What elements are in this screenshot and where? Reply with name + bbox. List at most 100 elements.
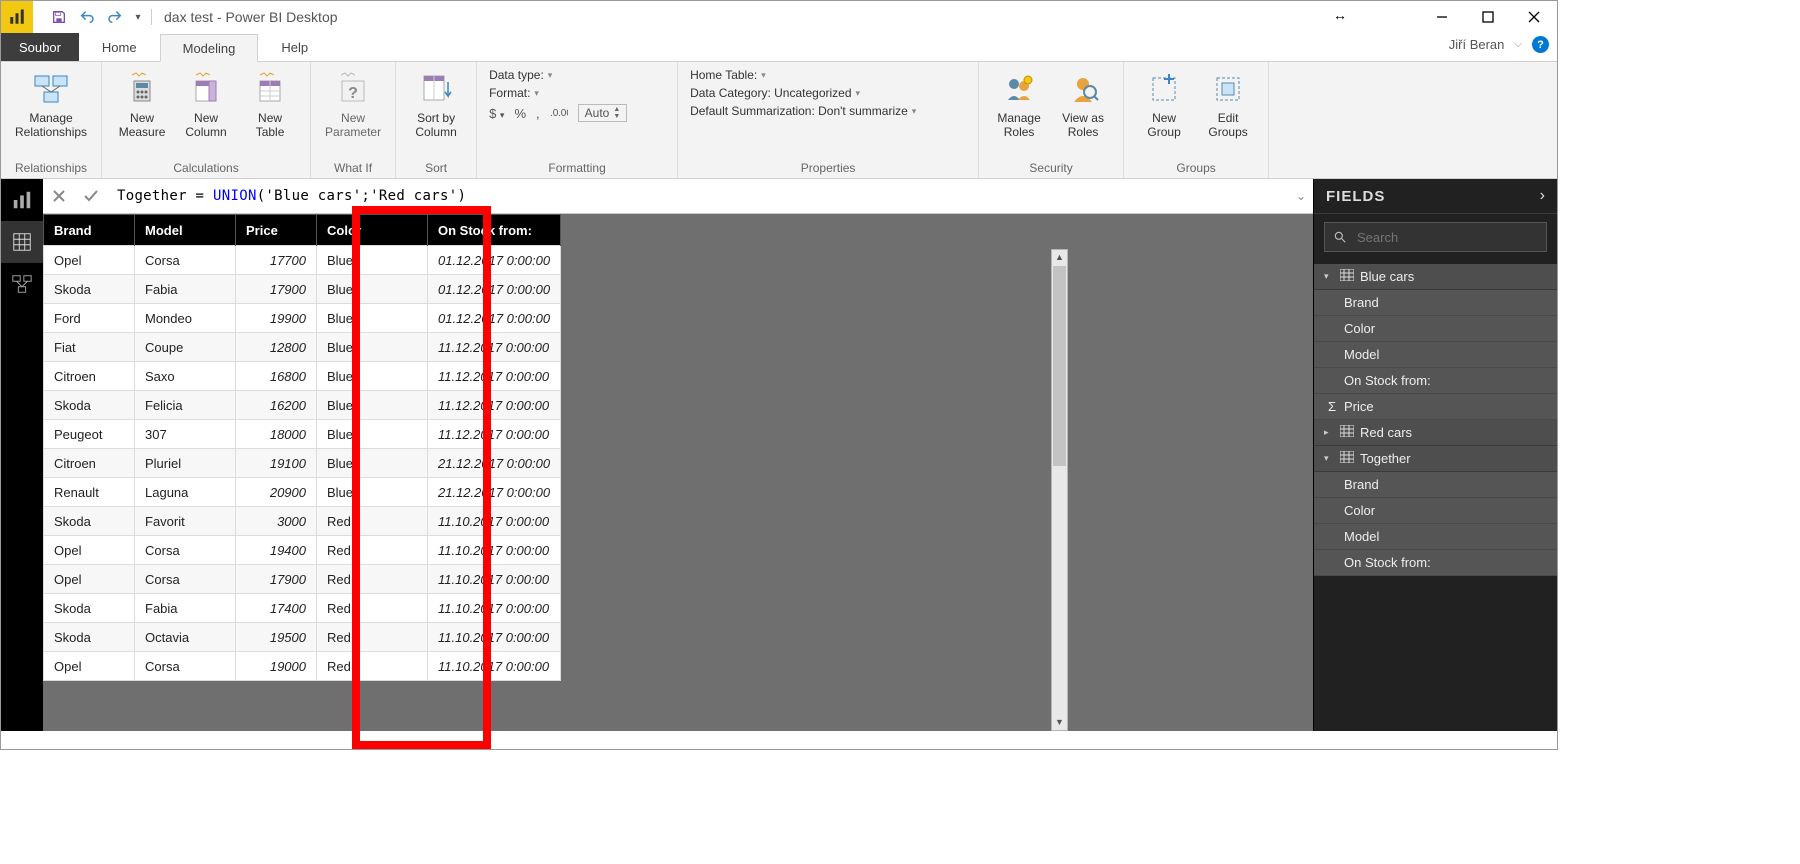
cell[interactable]: 16200 bbox=[236, 391, 317, 420]
cell[interactable]: Corsa bbox=[135, 246, 236, 275]
cell[interactable]: Peugeot bbox=[44, 420, 135, 449]
cell[interactable]: 12800 bbox=[236, 333, 317, 362]
cell[interactable]: 11.10.2017 0:00:00 bbox=[428, 652, 561, 681]
cell[interactable]: 21.12.2017 0:00:00 bbox=[428, 449, 561, 478]
cell[interactable]: Fiat bbox=[44, 333, 135, 362]
cell[interactable]: Renault bbox=[44, 478, 135, 507]
table-row[interactable]: SkodaFelicia16200Blue11.12.2017 0:00:00 bbox=[44, 391, 561, 420]
cell[interactable]: 11.12.2017 0:00:00 bbox=[428, 362, 561, 391]
new-column-button[interactable]: New Column bbox=[174, 66, 238, 142]
fields-search-input[interactable] bbox=[1355, 229, 1538, 246]
cell[interactable]: 11.12.2017 0:00:00 bbox=[428, 420, 561, 449]
user-name[interactable]: Jiří Beran bbox=[1449, 37, 1505, 52]
qat-customize-dropdown[interactable]: ▾ bbox=[129, 1, 147, 33]
close-button[interactable] bbox=[1511, 1, 1557, 33]
column-header[interactable]: Brand bbox=[44, 215, 135, 246]
cell[interactable]: Citroen bbox=[44, 362, 135, 391]
fields-search[interactable] bbox=[1324, 222, 1547, 252]
scroll-up-icon[interactable]: ▲ bbox=[1052, 250, 1067, 265]
cell[interactable]: 19000 bbox=[236, 652, 317, 681]
cell[interactable]: Blue bbox=[317, 362, 428, 391]
new-group-button[interactable]: New Group bbox=[1132, 66, 1196, 142]
data-category-dropdown[interactable]: Data Category: Uncategorized ▾ bbox=[686, 84, 970, 102]
table-row[interactable]: FiatCoupe12800Blue11.12.2017 0:00:00 bbox=[44, 333, 561, 362]
cell[interactable]: Fabia bbox=[135, 275, 236, 304]
fields-field[interactable]: Color bbox=[1314, 498, 1557, 524]
format-dropdown[interactable]: Format: ▾ bbox=[485, 84, 669, 102]
table-row[interactable]: FordMondeo19900Blue01.12.2017 0:00:00 bbox=[44, 304, 561, 333]
cell[interactable]: Laguna bbox=[135, 478, 236, 507]
fields-field[interactable]: Brand bbox=[1314, 290, 1557, 316]
cell[interactable]: 19400 bbox=[236, 536, 317, 565]
table-row[interactable]: SkodaFavorit3000Red11.10.2017 0:00:00 bbox=[44, 507, 561, 536]
cell[interactable]: Skoda bbox=[44, 275, 135, 304]
default-summarization-dropdown[interactable]: Default Summarization: Don't summarize ▾ bbox=[686, 102, 970, 120]
cell[interactable]: Blue bbox=[317, 449, 428, 478]
table-row[interactable]: SkodaFabia17400Red11.10.2017 0:00:00 bbox=[44, 594, 561, 623]
fields-field[interactable]: Color bbox=[1314, 316, 1557, 342]
cell[interactable]: Red bbox=[317, 536, 428, 565]
fields-table-red-cars[interactable]: ▸Red cars bbox=[1314, 420, 1557, 446]
cell[interactable]: Red bbox=[317, 507, 428, 536]
cell[interactable]: Opel bbox=[44, 652, 135, 681]
cell[interactable]: Saxo bbox=[135, 362, 236, 391]
cell[interactable]: Red bbox=[317, 594, 428, 623]
formula-cancel-button[interactable] bbox=[43, 179, 75, 213]
cell[interactable]: 17700 bbox=[236, 246, 317, 275]
view-as-roles-button[interactable]: View as Roles bbox=[1051, 66, 1115, 142]
cell[interactable]: Opel bbox=[44, 565, 135, 594]
minimize-button[interactable] bbox=[1419, 1, 1465, 33]
column-header[interactable]: Color bbox=[317, 215, 428, 246]
cell[interactable]: Favorit bbox=[135, 507, 236, 536]
cell[interactable]: Mondeo bbox=[135, 304, 236, 333]
new-parameter-button[interactable]: ? New Parameter bbox=[319, 66, 387, 142]
cell[interactable]: 19500 bbox=[236, 623, 317, 652]
cell[interactable]: 19100 bbox=[236, 449, 317, 478]
percent-button[interactable]: % bbox=[514, 106, 526, 121]
cell[interactable]: 01.12.2017 0:00:00 bbox=[428, 275, 561, 304]
cell[interactable]: 11.12.2017 0:00:00 bbox=[428, 391, 561, 420]
column-header[interactable]: On Stock from: bbox=[428, 215, 561, 246]
cell[interactable]: Red bbox=[317, 652, 428, 681]
new-table-button[interactable]: New Table bbox=[238, 66, 302, 142]
cell[interactable]: Skoda bbox=[44, 594, 135, 623]
cell[interactable]: 17900 bbox=[236, 275, 317, 304]
cell[interactable]: Citroen bbox=[44, 449, 135, 478]
table-row[interactable]: OpelCorsa17700Blue01.12.2017 0:00:00 bbox=[44, 246, 561, 275]
cell[interactable]: 3000 bbox=[236, 507, 317, 536]
undo-button[interactable] bbox=[73, 1, 101, 33]
data-view-button[interactable] bbox=[1, 221, 43, 263]
table-row[interactable]: OpelCorsa17900Red11.10.2017 0:00:00 bbox=[44, 565, 561, 594]
cell[interactable]: Corsa bbox=[135, 565, 236, 594]
maximize-button[interactable] bbox=[1465, 1, 1511, 33]
table-row[interactable]: CitroenPluriel19100Blue21.12.2017 0:00:0… bbox=[44, 449, 561, 478]
model-view-button[interactable] bbox=[1, 263, 43, 305]
home-table-dropdown[interactable]: Home Table: ▾ bbox=[686, 66, 970, 84]
cell[interactable]: Fabia bbox=[135, 594, 236, 623]
cell[interactable]: 16800 bbox=[236, 362, 317, 391]
cell[interactable]: Opel bbox=[44, 246, 135, 275]
cell[interactable]: 21.12.2017 0:00:00 bbox=[428, 478, 561, 507]
decimal-icon[interactable]: .0.00 bbox=[550, 105, 568, 122]
sort-by-column-button[interactable]: Sort by Column bbox=[404, 66, 468, 142]
cell[interactable]: 11.10.2017 0:00:00 bbox=[428, 507, 561, 536]
cell[interactable]: 17900 bbox=[236, 565, 317, 594]
currency-button[interactable]: $ ▾ bbox=[489, 106, 504, 121]
scroll-down-icon[interactable]: ▼ bbox=[1052, 715, 1067, 730]
column-header[interactable]: Price bbox=[236, 215, 317, 246]
cell[interactable]: Ford bbox=[44, 304, 135, 333]
help-icon[interactable]: ? bbox=[1532, 36, 1549, 53]
formula-expand-button[interactable]: ⌄ bbox=[1289, 179, 1313, 213]
tab-file[interactable]: Soubor bbox=[1, 33, 79, 61]
fields-table-together[interactable]: ▾Together bbox=[1314, 446, 1557, 472]
cell[interactable]: Corsa bbox=[135, 536, 236, 565]
cell[interactable]: 11.10.2017 0:00:00 bbox=[428, 536, 561, 565]
data-grid[interactable]: BrandModelPriceColorOn Stock from:OpelCo… bbox=[43, 214, 561, 681]
edit-groups-button[interactable]: Edit Groups bbox=[1196, 66, 1260, 142]
cell[interactable]: 11.10.2017 0:00:00 bbox=[428, 594, 561, 623]
cell[interactable]: 01.12.2017 0:00:00 bbox=[428, 246, 561, 275]
manage-relationships-button[interactable]: Manage Relationships bbox=[9, 66, 93, 142]
report-view-button[interactable] bbox=[1, 179, 43, 221]
cell[interactable]: 01.12.2017 0:00:00 bbox=[428, 304, 561, 333]
redo-button[interactable] bbox=[101, 1, 129, 33]
